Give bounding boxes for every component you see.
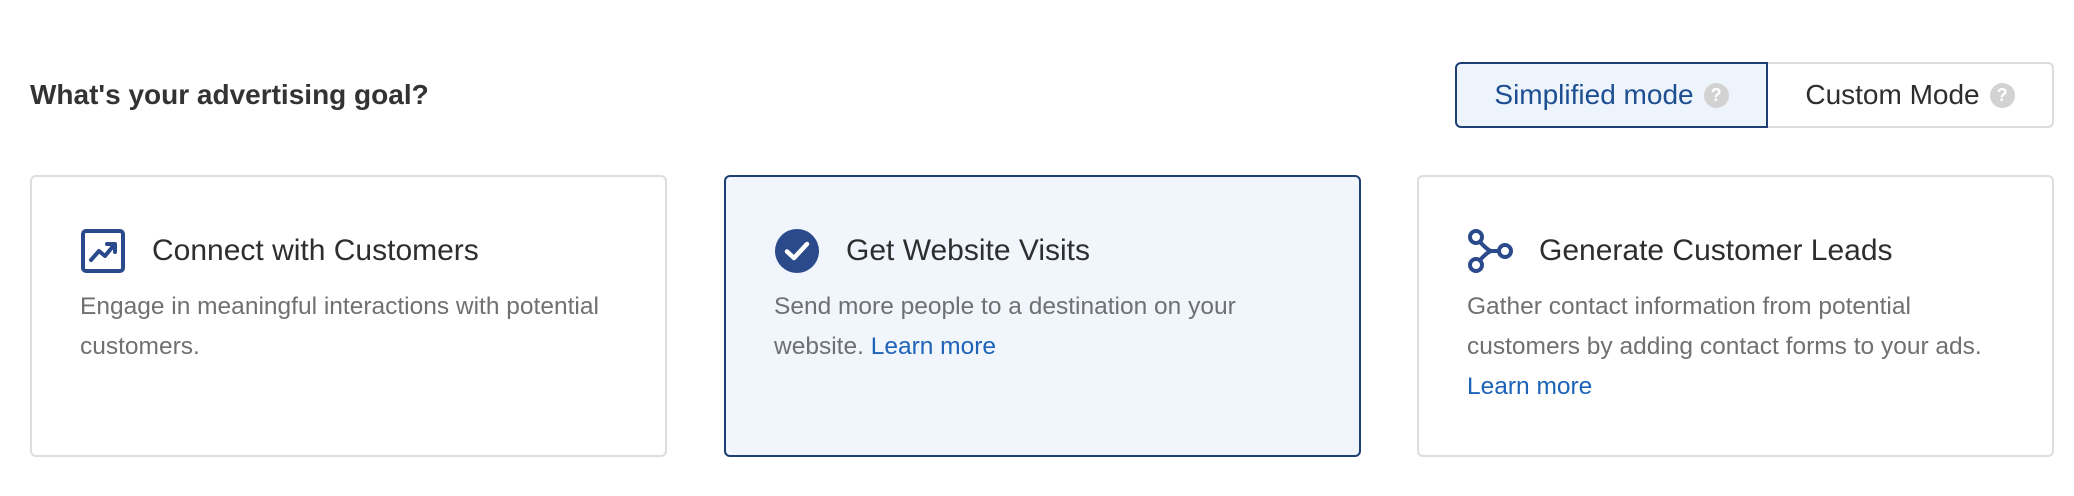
- simplified-mode-label: Simplified mode: [1494, 79, 1694, 110]
- learn-more-link[interactable]: Learn more: [871, 333, 996, 360]
- chart-trend-icon: [81, 229, 125, 273]
- card-title: Get Website Visits: [846, 234, 1090, 267]
- goal-card-customer-leads[interactable]: Generate Customer Leads Gather contact i…: [1417, 175, 2054, 457]
- checkmark-circle-icon: [775, 229, 819, 273]
- card-description-text: Gather contact information from potentia…: [1467, 293, 1982, 360]
- simplified-mode-button[interactable]: Simplified mode ?: [1455, 62, 1768, 128]
- goal-card-connect-customers[interactable]: Connect with Customers Engage in meaning…: [30, 175, 667, 457]
- help-icon[interactable]: ?: [1703, 82, 1729, 108]
- goal-cards: Connect with Customers Engage in meaning…: [30, 175, 2054, 457]
- card-title: Generate Customer Leads: [1539, 234, 1893, 267]
- card-title: Connect with Customers: [152, 234, 479, 267]
- goal-card-website-visits[interactable]: Get Website Visits Send more people to a…: [724, 175, 1361, 457]
- card-description-text: Send more people to a destination on you…: [774, 293, 1236, 360]
- page-title: What's your advertising goal?: [30, 79, 429, 110]
- share-nodes-icon: [1468, 229, 1513, 273]
- custom-mode-button[interactable]: Custom Mode ?: [1768, 62, 2054, 128]
- custom-mode-label: Custom Mode: [1805, 79, 1980, 110]
- help-icon[interactable]: ?: [1989, 82, 2015, 108]
- learn-more-link[interactable]: Learn more: [1467, 373, 1592, 400]
- card-description-text: Engage in meaningful interactions with p…: [80, 293, 599, 360]
- card-description: Send more people to a destination on you…: [774, 287, 1314, 367]
- card-description: Engage in meaningful interactions with p…: [80, 287, 620, 367]
- mode-toggle: Simplified mode ? Custom Mode ?: [1455, 62, 2054, 128]
- header: What's your advertising goal? Simplified…: [30, 62, 2054, 128]
- card-description: Gather contact information from potentia…: [1467, 287, 2007, 407]
